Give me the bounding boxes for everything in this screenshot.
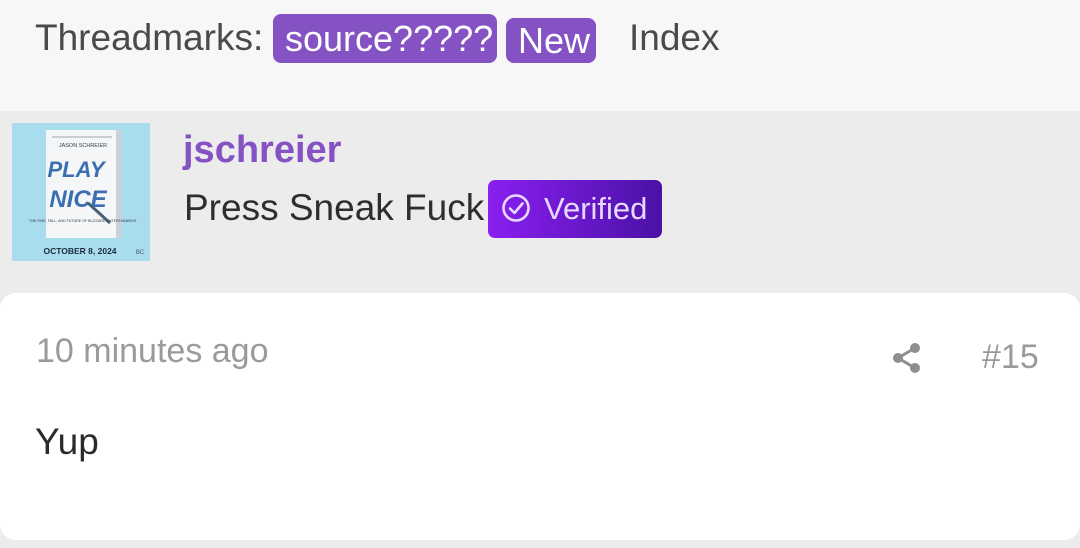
avatar-book-title-2: NICE (49, 186, 107, 213)
avatar[interactable]: JASON SCHREIER PLAY NICE THE RISE, FALL,… (12, 123, 150, 261)
threadmarks-bar: Threadmarks: source????? New Index (0, 0, 1080, 111)
post-number-link[interactable]: #15 (982, 337, 1039, 377)
post-card: 10 minutes ago #15 Yup (0, 293, 1080, 540)
post-author-header: JASON SCHREIER PLAY NICE THE RISE, FALL,… (0, 111, 1080, 293)
avatar-image: JASON SCHREIER PLAY NICE THE RISE, FALL,… (12, 123, 150, 261)
threadmarks-index-link[interactable]: Index (629, 16, 720, 60)
threadmark-new-badge[interactable]: New (506, 18, 596, 63)
avatar-book-author: JASON SCHREIER (59, 143, 107, 149)
verified-label: Verified (544, 191, 648, 226)
username-link[interactable]: jschreier (183, 128, 341, 172)
verified-badge: Verified (488, 180, 662, 238)
post-body: Yup (35, 421, 99, 462)
avatar-release-date: OCTOBER 8, 2024 (43, 246, 116, 256)
check-circle-icon (502, 194, 530, 222)
avatar-book-title-1: PLAY (47, 157, 106, 182)
avatar-book-tagline: THE RISE, FALL, AND FUTURE OF BLIZZARD E… (29, 219, 137, 223)
threadmark-current-link[interactable]: source????? (273, 14, 497, 63)
user-title: Press Sneak Fuck (184, 187, 485, 228)
threadmarks-label: Threadmarks: (35, 17, 264, 58)
share-icon[interactable] (890, 341, 924, 375)
avatar-publisher-mark: BC (136, 250, 145, 256)
post-timestamp[interactable]: 10 minutes ago (36, 331, 269, 371)
